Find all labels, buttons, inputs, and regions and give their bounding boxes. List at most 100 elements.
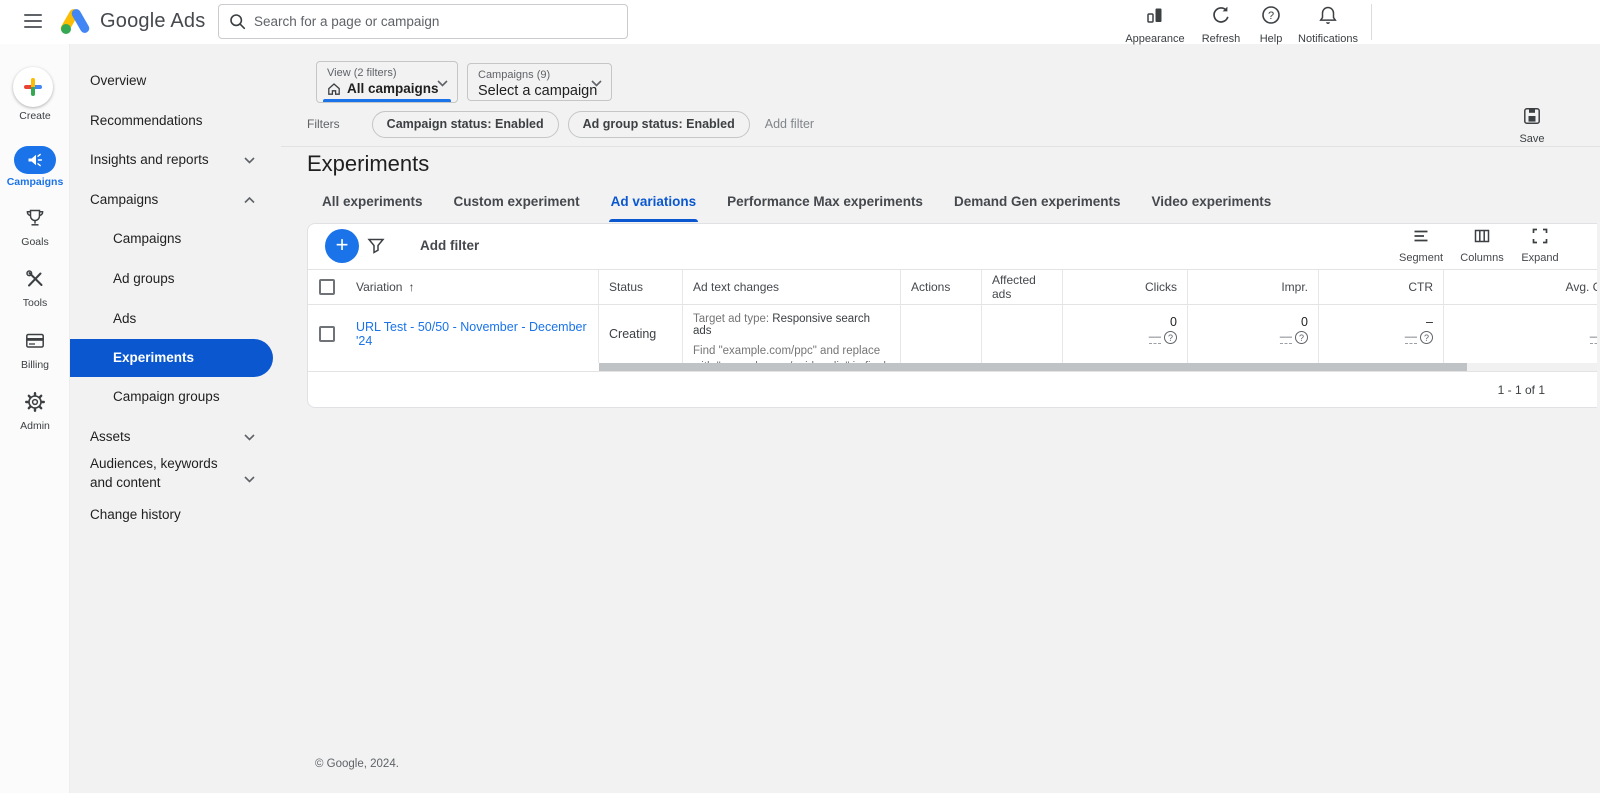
appearance-button[interactable]: Appearance [1119, 5, 1191, 45]
brand: Google Ads [60, 8, 205, 34]
sidebar-item-campaign-groups[interactable]: Campaign groups [70, 385, 281, 409]
sidebar-item-assets[interactable]: Assets [70, 425, 281, 449]
table-add-filter[interactable]: Add filter [420, 238, 479, 253]
create-button[interactable] [13, 67, 53, 107]
campaign-selector[interactable]: Campaigns (9) Select a campaign [467, 63, 612, 101]
ctr-value: – [1426, 315, 1433, 329]
section-divider [281, 146, 1600, 147]
ad-variations-table-card: + Add filter Segment Columns Expand Vari… [307, 223, 1597, 408]
search-icon [229, 13, 246, 30]
help-icon: ? [1261, 5, 1281, 25]
save-button[interactable]: Save [1509, 106, 1555, 145]
help-circle-icon[interactable]: ? [1295, 331, 1308, 345]
sidebar-item-insights-reports[interactable]: Insights and reports [70, 148, 281, 172]
columns-button[interactable]: Columns [1451, 227, 1513, 264]
side-nav: Overview Recommendations Insights and re… [70, 44, 281, 793]
columns-label: Columns [1460, 252, 1504, 264]
sidebar-item-change-history[interactable]: Change history [70, 503, 281, 527]
global-search [218, 4, 628, 39]
filter-chip-ad-group-status[interactable]: Ad group status: Enabled [567, 110, 750, 138]
avg-cpc-placeholder: –– [1589, 331, 1597, 345]
page-title: Experiments [307, 151, 430, 176]
horizontal-scrollbar-thumb[interactable] [599, 363, 1467, 371]
tab-custom-experiment[interactable]: Custom experiment [452, 188, 582, 220]
select-all-checkbox[interactable] [319, 279, 335, 295]
filter-funnel-icon[interactable] [366, 236, 386, 256]
sidebar-item-ad-groups[interactable]: Ad groups [70, 267, 281, 291]
rail-item-campaigns[interactable] [14, 146, 56, 174]
rail-item-admin[interactable]: Admin [0, 391, 70, 432]
sidebar-item-ads[interactable]: Ads [70, 307, 281, 331]
insights-label: Insights and reports [90, 152, 209, 167]
filter-chip-campaign-status[interactable]: Campaign status: Enabled [371, 110, 559, 138]
ctr-placeholder: –– [1404, 331, 1417, 345]
sort-asc-icon: ↑ [408, 280, 415, 294]
header-actions[interactable]: Actions [901, 270, 982, 304]
add-variation-button[interactable]: + [325, 229, 359, 263]
header-ad-text-changes[interactable]: Ad text changes [683, 270, 901, 304]
sidebar-item-recommendations[interactable]: Recommendations [70, 109, 281, 133]
affected-ads-cell [982, 305, 1063, 363]
header-impr[interactable]: Impr. [1188, 270, 1319, 304]
header-ctr[interactable]: CTR [1319, 270, 1444, 304]
table-header-row: Variation ↑ Status Ad text changes Action… [308, 269, 1597, 305]
view-selector[interactable]: View (2 filters) All campaigns [316, 61, 458, 103]
status-cell: Creating [599, 305, 683, 363]
add-filter-link[interactable]: Add filter [765, 117, 814, 131]
select-all-cell [308, 270, 346, 304]
variation-link[interactable]: URL Test - 50/50 - November - December '… [356, 320, 588, 348]
variation-cell: URL Test - 50/50 - November - December '… [346, 305, 599, 363]
clicks-cell: 0 ––? [1063, 305, 1188, 363]
sidebar-item-experiments[interactable]: Experiments [70, 339, 273, 377]
search-input[interactable] [254, 14, 617, 29]
svg-text:?: ? [1268, 10, 1274, 22]
sidebar-item-campaigns-section[interactable]: Campaigns [70, 188, 281, 212]
pagination-bar: 1 - 1 of 1 [308, 371, 1597, 407]
tab-performance-max-experiments[interactable]: Performance Max experiments [725, 188, 925, 220]
topbar-divider [1371, 4, 1372, 40]
tab-demand-gen-experiments[interactable]: Demand Gen experiments [952, 188, 1123, 220]
chevron-up-icon [244, 196, 255, 204]
impr-cell: 0 ––? [1188, 305, 1319, 363]
header-clicks[interactable]: Clicks [1063, 270, 1188, 304]
expand-label: Expand [1521, 252, 1559, 264]
help-circle-icon[interactable]: ? [1164, 331, 1177, 345]
header-variation[interactable]: Variation ↑ [346, 270, 599, 304]
impr-value: 0 [1301, 315, 1308, 329]
view-selector-active-underline [323, 99, 451, 102]
status-value: Creating [609, 327, 657, 341]
header-status[interactable]: Status [599, 270, 683, 304]
experiments-tabs: All experiments Custom experiment Ad var… [320, 188, 1274, 222]
main-content: View (2 filters) All campaigns Campaigns… [281, 44, 1600, 793]
menu-icon[interactable] [24, 14, 42, 28]
row-select-cell [308, 305, 346, 363]
ctr-cell: – ––? [1319, 305, 1444, 363]
header-avg-cpc[interactable]: Avg. CPC [1444, 270, 1597, 304]
rail-item-goals[interactable]: Goals [0, 207, 70, 248]
sidebar-item-audiences[interactable]: Audiences, keywords and content [70, 454, 255, 492]
url-change-description: Find "example.com/ppc" and replace with … [693, 345, 886, 363]
sidebar-item-campaigns[interactable]: Campaigns [70, 227, 281, 251]
avg-cpc-value: – [1454, 315, 1597, 329]
segment-label: Segment [1398, 252, 1444, 264]
clicks-value: 0 [1170, 315, 1177, 329]
header-affected-ads[interactable]: Affected ads [982, 270, 1063, 304]
megaphone-icon [26, 151, 44, 169]
copyright-note: © Google, 2024. [315, 758, 399, 770]
tab-video-experiments[interactable]: Video experiments [1150, 188, 1274, 220]
rail-item-tools[interactable]: Tools [0, 268, 70, 309]
tab-all-experiments[interactable]: All experiments [320, 188, 425, 220]
tab-ad-variations[interactable]: Ad variations [608, 188, 699, 222]
row-checkbox[interactable] [319, 326, 335, 342]
sidebar-item-overview[interactable]: Overview [70, 69, 281, 93]
impr-placeholder: –– [1279, 331, 1292, 345]
notifications-button[interactable]: Notifications [1292, 5, 1364, 45]
segment-button[interactable]: Segment [1390, 227, 1452, 264]
rail-item-billing[interactable]: Billing [0, 330, 70, 371]
help-circle-icon[interactable]: ? [1420, 331, 1433, 345]
expand-icon [1531, 227, 1549, 245]
horizontal-scrollbar-track [599, 363, 1597, 371]
expand-button[interactable]: Expand [1509, 227, 1571, 264]
topbar: Google Ads Appearance Refresh ? Help Not… [0, 0, 1600, 45]
campaigns-section-label: Campaigns [90, 192, 159, 207]
